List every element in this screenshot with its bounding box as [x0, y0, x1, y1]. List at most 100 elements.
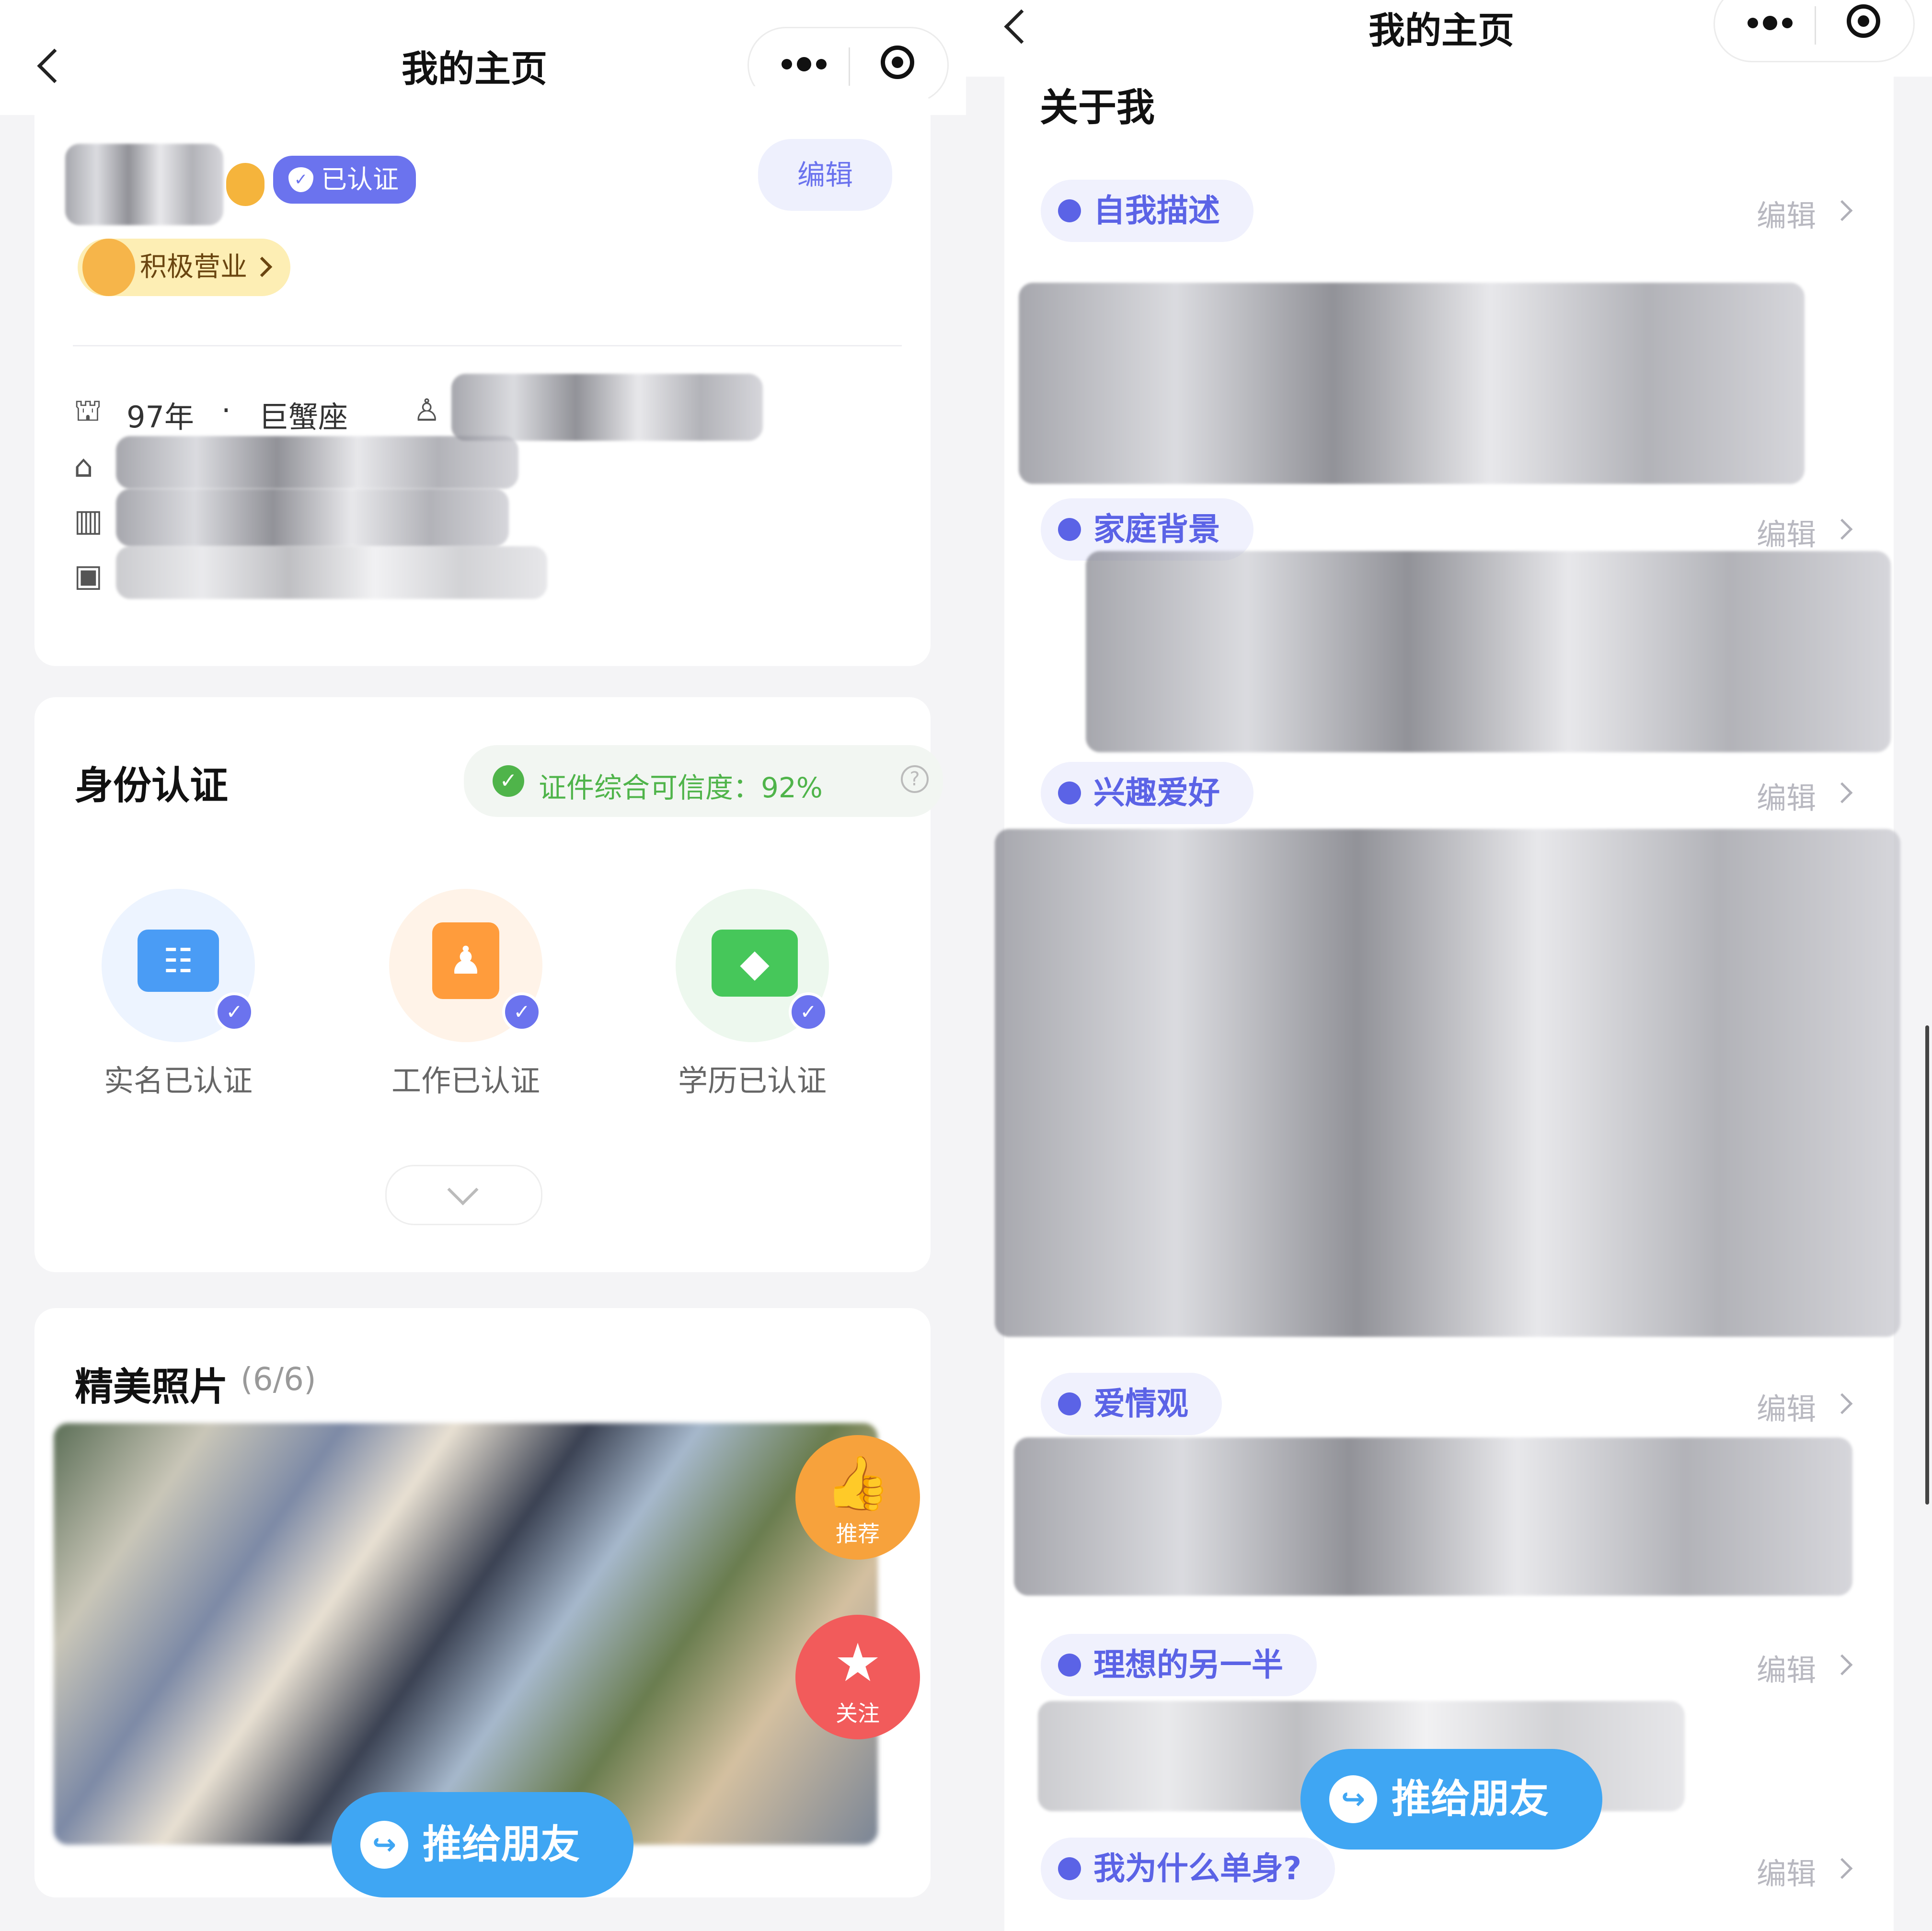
tag-label: 爱情观 — [1093, 1385, 1188, 1422]
bullet-dot — [1058, 518, 1081, 541]
edit-label: 编辑 — [1757, 781, 1817, 816]
verified-badge: ✓ 已认证 — [273, 156, 416, 204]
follow-label: 关注 — [836, 1701, 880, 1726]
home-icon: ⌂ — [74, 449, 93, 484]
share-arrow-icon: ↪ — [1329, 1775, 1377, 1823]
share-to-friend-button[interactable]: ↪ 推给朋友 — [332, 1792, 633, 1897]
chevron-right-icon — [1831, 1654, 1853, 1676]
mini-program-capsule — [1714, 0, 1915, 62]
close-target-icon[interactable] — [1847, 4, 1880, 38]
tag-label: 我为什么单身? — [1093, 1850, 1302, 1887]
hometown-redacted — [116, 436, 518, 489]
tag-why-single: 我为什么单身? — [1041, 1838, 1335, 1900]
tag-self-description: 自我描述 — [1041, 180, 1254, 242]
active-status-tag[interactable]: 积极营业 — [78, 239, 290, 296]
identity-card: 身份认证 ✓ 证件综合可信度：92% ? ☷ ✓ 实名已认证 ♟ ✓ 工作已认证… — [34, 697, 943, 1272]
tag-love-view: 爱情观 — [1041, 1373, 1222, 1435]
chevron-right-icon — [1831, 1393, 1853, 1414]
work-verify[interactable]: ♟ ✓ — [389, 889, 542, 1042]
edit-why-single[interactable]: 编辑 — [1757, 1850, 1853, 1893]
recommend-button[interactable]: 👍 推荐 — [795, 1435, 920, 1560]
help-icon[interactable]: ? — [901, 765, 929, 793]
birth-year: 97年 — [126, 400, 194, 435]
job-redacted — [116, 546, 547, 599]
thumbs-up-icon: 👍 — [825, 1452, 891, 1514]
graduation-cap-icon: ◆ — [712, 930, 798, 997]
edit-label: 编辑 — [1757, 1391, 1817, 1426]
divider — [73, 345, 902, 346]
zodiac: 巨蟹座 — [259, 400, 348, 435]
shield-check-icon: ✓ — [288, 167, 313, 192]
chevron-right-icon — [1831, 200, 1853, 221]
more-icon[interactable] — [1744, 12, 1801, 36]
close-target-icon[interactable] — [881, 46, 914, 79]
tag-ideal-partner: 理想的另一半 — [1041, 1634, 1317, 1696]
nickname-redacted — [65, 144, 223, 225]
follow-button[interactable]: ★ 关注 — [795, 1615, 920, 1739]
tag-label: 家庭背景 — [1093, 511, 1220, 548]
bullet-dot — [1058, 199, 1081, 222]
tag-label: 自我描述 — [1093, 192, 1220, 229]
verified-badge-label: 已认证 — [321, 164, 399, 195]
page-title: 我的主页 — [402, 47, 547, 90]
education-verify[interactable]: ◆ ✓ — [676, 889, 829, 1042]
chevron-right-icon — [252, 256, 273, 277]
profile-panel-left: 我的主页 ✓ 已认证 编辑 积极营业 ⛫ 97年 · 巨蟹座 ♙ ⌂ ▥ ▣ 身… — [0, 0, 966, 1931]
edit-label: 编辑 — [1757, 198, 1817, 233]
more-icon[interactable] — [778, 53, 835, 77]
chevron-right-icon — [1831, 518, 1853, 540]
edit-self-description[interactable]: 编辑 — [1757, 192, 1853, 235]
book-icon: ▥ — [74, 503, 103, 539]
trust-score-text: 证件综合可信度：92% — [539, 771, 823, 804]
identity-title: 身份认证 — [75, 763, 228, 808]
edit-label: 编辑 — [1757, 1653, 1817, 1688]
real-name-verify[interactable]: ☷ ✓ — [102, 889, 255, 1042]
edit-love-view[interactable]: 编辑 — [1757, 1385, 1853, 1428]
edit-label: 编辑 — [1757, 1856, 1817, 1891]
expand-button[interactable] — [385, 1165, 542, 1225]
id-card-icon: ☷ — [138, 930, 219, 992]
edit-profile-button[interactable]: 编辑 — [758, 139, 892, 211]
photo-gallery[interactable] — [54, 1423, 878, 1845]
photos-title: 精美照片 — [75, 1365, 228, 1409]
bullet-dot — [1058, 782, 1081, 805]
share-label: 推给朋友 — [1392, 1776, 1549, 1822]
back-icon[interactable] — [37, 48, 72, 83]
edit-family-background[interactable]: 编辑 — [1757, 510, 1853, 553]
bullet-dot — [1058, 1654, 1081, 1677]
share-arrow-icon: ↪ — [360, 1821, 408, 1869]
active-status-label: 积极营业 — [140, 252, 247, 283]
tag-hobbies: 兴趣爱好 — [1041, 762, 1254, 824]
work-label: 工作已认证 — [391, 1063, 540, 1098]
bullet-dot — [1058, 1392, 1081, 1415]
shield-check-icon: ✓ — [493, 765, 524, 797]
height-redacted — [451, 374, 763, 441]
love-view-redacted — [1014, 1437, 1852, 1596]
chevron-right-icon — [1831, 782, 1853, 804]
scrollbar[interactable] — [1925, 1025, 1929, 1505]
edit-hobbies[interactable]: 编辑 — [1757, 774, 1853, 817]
education-label: 学历已认证 — [678, 1063, 827, 1098]
bullet-dot — [1058, 1857, 1081, 1880]
back-icon[interactable] — [1004, 9, 1039, 44]
cake-icon: ⛫ — [74, 393, 102, 428]
star-icon: ★ — [834, 1632, 882, 1693]
family-background-redacted — [1086, 551, 1891, 752]
share-label: 推给朋友 — [423, 1822, 580, 1867]
briefcase-icon: ▣ — [74, 558, 103, 594]
info-separator: · — [221, 393, 231, 428]
hobbies-redacted — [995, 829, 1900, 1337]
about-title: 关于我 — [1040, 85, 1155, 130]
chevron-right-icon — [1831, 1858, 1853, 1879]
chevron-down-icon — [447, 1174, 479, 1206]
tag-label: 兴趣爱好 — [1093, 774, 1220, 811]
edit-ideal-partner[interactable]: 编辑 — [1757, 1646, 1853, 1689]
education-redacted — [116, 489, 509, 546]
check-icon: ✓ — [215, 992, 254, 1032]
check-icon: ✓ — [789, 992, 828, 1032]
trust-score-pill[interactable]: ✓ 证件综合可信度：92% ? — [464, 745, 943, 817]
profile-card: ✓ 已认证 编辑 积极营业 ⛫ 97年 · 巨蟹座 ♙ ⌂ ▥ ▣ — [34, 86, 931, 666]
nav-bar: 我的主页 — [966, 0, 1932, 77]
recommend-label: 推荐 — [836, 1521, 880, 1547]
share-to-friend-button[interactable]: ↪ 推给朋友 — [1300, 1749, 1602, 1850]
